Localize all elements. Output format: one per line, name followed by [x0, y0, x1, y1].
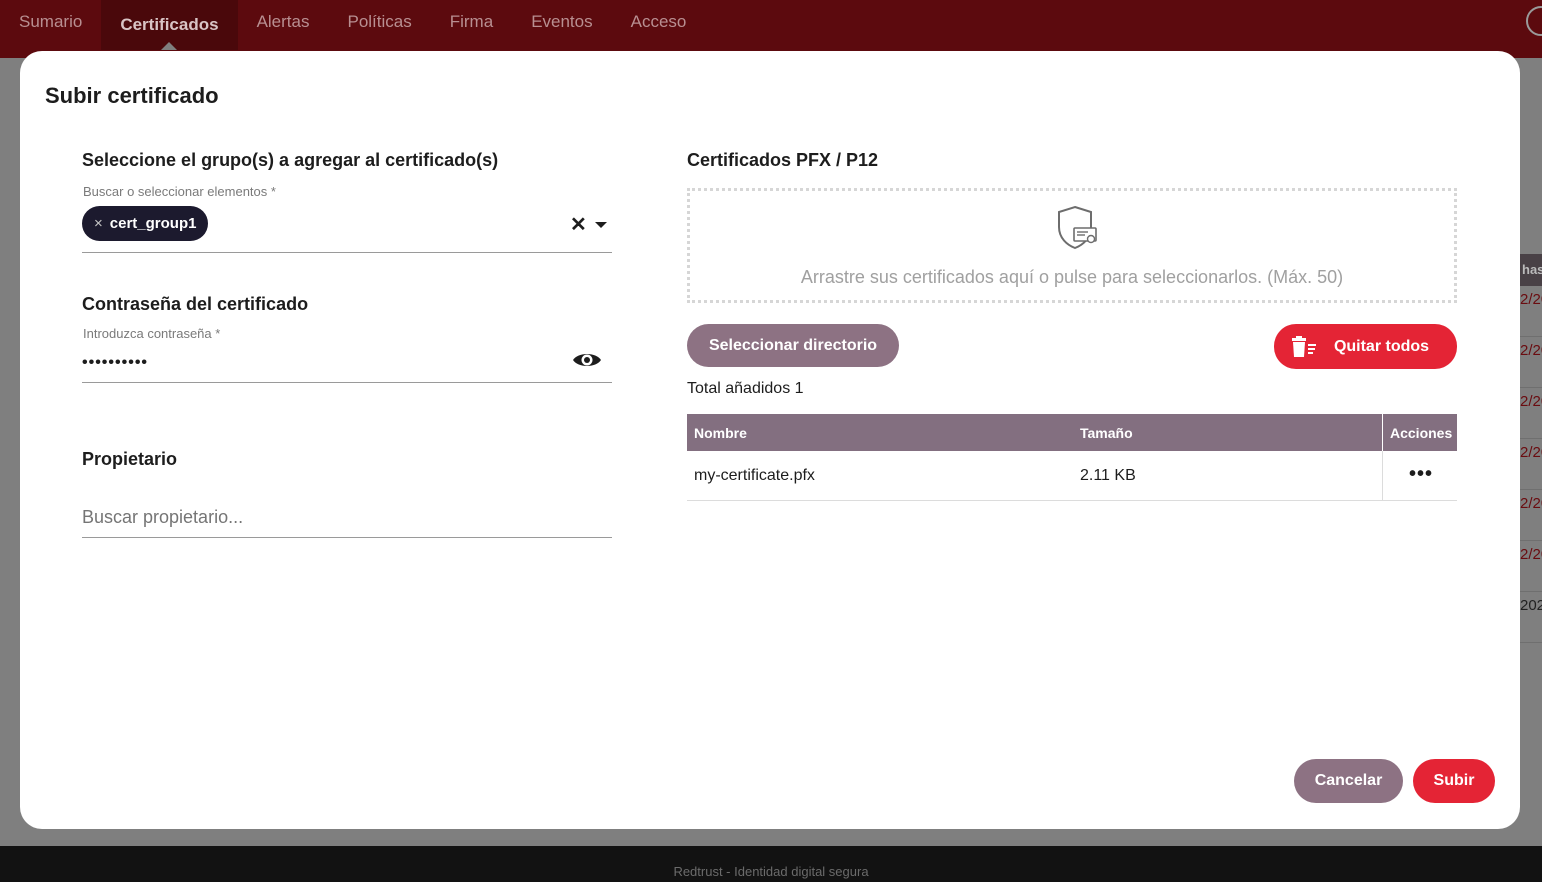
- certificate-shield-icon: [1058, 205, 1097, 250]
- tab-acceso[interactable]: Acceso: [612, 0, 706, 43]
- row-actions-menu-icon[interactable]: •••: [1409, 463, 1433, 486]
- background-row: 2/20 16: [1520, 286, 1542, 337]
- eye-icon[interactable]: [572, 350, 602, 370]
- remove-all-button[interactable]: Quitar todos: [1274, 324, 1457, 369]
- password-section-title: Contraseña del certificado: [82, 294, 309, 314]
- select-directory-button[interactable]: Seleccionar directorio: [687, 324, 899, 367]
- column-header-size: Tamaño: [1080, 425, 1133, 441]
- groups-field-label: Buscar o seleccionar elementos *: [83, 184, 276, 199]
- chevron-down-icon[interactable]: [595, 222, 607, 228]
- background-row: 2/20 17: [1520, 490, 1542, 541]
- tab-eventos[interactable]: Eventos: [512, 0, 611, 43]
- background-row: 2/20 16: [1520, 337, 1542, 388]
- background-row: 202 :30: [1520, 592, 1542, 643]
- tab-politicas[interactable]: Políticas: [328, 0, 430, 43]
- page-footer: Redtrust - Identidad digital segura: [0, 846, 1542, 882]
- tab-certificados[interactable]: Certificados: [101, 0, 238, 50]
- tab-alertas[interactable]: Alertas: [238, 0, 329, 43]
- table-header: Nombre Tamaño Acciones: [687, 414, 1457, 451]
- chip-remove-icon[interactable]: ×: [94, 215, 103, 232]
- certificate-file-name: my-certificate.pfx: [694, 467, 815, 484]
- password-field-label: Introduzca contraseña *: [83, 326, 221, 341]
- remove-all-label: Quitar todos: [1333, 337, 1430, 355]
- background-row: 2/20 16: [1520, 388, 1542, 439]
- groups-section-title: Seleccione el grupo(s) a agregar al cert…: [82, 150, 499, 170]
- column-divider: [1382, 451, 1383, 501]
- owner-search-input[interactable]: [82, 507, 612, 528]
- tab-firma[interactable]: Firma: [431, 0, 512, 43]
- group-chip[interactable]: × cert_group1: [82, 206, 209, 241]
- table-row: my-certificate.pfx 2.11 KB •••: [687, 451, 1457, 501]
- upload-button[interactable]: Subir: [1413, 759, 1495, 803]
- modal-title: Subir certificado: [45, 83, 219, 108]
- background-row: 2/20 16: [1520, 439, 1542, 490]
- dropzone-text: Arrastre sus certificados aquí o pulse p…: [800, 267, 1344, 287]
- background-row: 2/20 18: [1520, 541, 1542, 592]
- owner-section-title: Propietario: [82, 449, 178, 469]
- password-field-underline[interactable]: [82, 382, 612, 383]
- column-divider: [1382, 414, 1383, 451]
- background-table-header: has: [1520, 254, 1542, 286]
- owner-field-underline: [82, 537, 612, 538]
- tab-sumario[interactable]: Sumario: [0, 0, 101, 43]
- trash-icon: [1290, 335, 1318, 358]
- password-field[interactable]: ••••••••••: [82, 354, 148, 372]
- clear-selection-icon[interactable]: ✕: [570, 215, 587, 235]
- top-navigation: Sumario Certificados Alertas Políticas F…: [0, 0, 1542, 58]
- certificate-dropzone[interactable]: Arrastre sus certificados aquí o pulse p…: [687, 188, 1457, 303]
- column-header-name: Nombre: [694, 425, 747, 441]
- certificate-file-size: 2.11 KB: [1080, 467, 1136, 484]
- upload-certificate-modal: Subir certificado Seleccione el grupo(s)…: [20, 51, 1520, 829]
- user-avatar[interactable]: [1526, 6, 1542, 36]
- groups-field-underline[interactable]: [82, 252, 612, 253]
- certificates-section-title: Certificados PFX / P12: [687, 150, 879, 170]
- certificates-table: Nombre Tamaño Acciones my-certificate.pf…: [687, 414, 1457, 501]
- cancel-button[interactable]: Cancelar: [1294, 759, 1403, 803]
- group-chip-label: cert_group1: [109, 215, 197, 232]
- total-added-text: Total añadidos 1: [687, 380, 804, 397]
- column-header-actions: Acciones: [1390, 425, 1453, 441]
